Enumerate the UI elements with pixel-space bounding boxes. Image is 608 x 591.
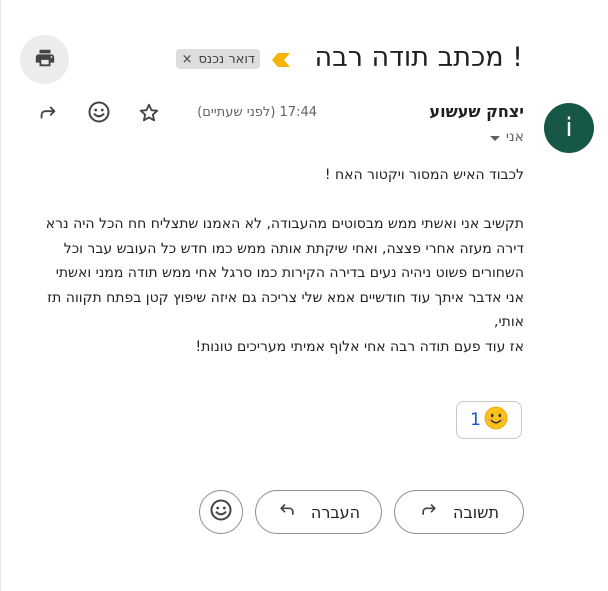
body-line: לכבוד האיש המסור ויקטור האח ! <box>324 167 524 183</box>
print-icon <box>34 47 56 73</box>
reply-button[interactable]: תשובה <box>394 490 524 534</box>
chevron-down-icon <box>489 135 500 141</box>
emoji-reaction-button[interactable] <box>199 490 243 534</box>
body-blank-line <box>16 188 524 213</box>
body-line: תקשיב אני ואשתי ממש מבסוטים מהעבודה, לא … <box>45 216 524 232</box>
close-icon[interactable]: × <box>182 53 193 66</box>
body-line: דירה מעזה אחרי פצצה, ואחי שיקתת אותה ממש… <box>63 240 524 257</box>
body-line: אז עוד פעם תודה רבה אחי אלוף אמיתי מעריכ… <box>195 338 524 355</box>
importance-marker-icon[interactable] <box>272 52 290 71</box>
forward-button-label: העברה <box>310 502 361 522</box>
email-timestamp: 17:44 (לפני שעתיים) <box>197 105 317 120</box>
reply-icon <box>419 500 439 524</box>
reply-icon <box>37 102 59 128</box>
reaction-chip[interactable]: 1 <box>456 401 522 439</box>
reply-button-small[interactable] <box>34 101 62 129</box>
reply-button-label: תשובה <box>453 502 499 522</box>
recipient-details-toggle[interactable]: אני <box>489 129 524 145</box>
add-reaction-button[interactable] <box>85 100 113 128</box>
reaction-count: 1 <box>470 410 481 430</box>
star-icon <box>138 102 160 128</box>
avatar[interactable]: i <box>544 103 594 153</box>
body-line: אותי, <box>494 314 524 330</box>
forward-button[interactable]: העברה <box>255 490 382 534</box>
star-button[interactable] <box>135 101 163 129</box>
email-subject: מכתב תודה רבה ! <box>314 42 523 73</box>
sender-name[interactable]: יצחק שעשוע <box>429 102 524 121</box>
print-button[interactable] <box>20 35 69 84</box>
email-body: לכבוד האיש המסור ויקטור האח ! תקשיב אני … <box>16 163 524 359</box>
forward-icon <box>277 500 297 524</box>
body-line: השחורים פשוט ניהיה נעים בדירה הקירות כמו… <box>55 265 524 281</box>
body-line: אני אדבר איתך עוד חודשיים אמא שלי צריכה … <box>47 289 524 306</box>
emoji-icon <box>87 100 111 128</box>
recipient-label: אני <box>505 129 524 145</box>
reaction-emoji <box>484 406 508 434</box>
label-chip-inbox[interactable]: דואר נכנס × <box>175 49 260 69</box>
panel-edge <box>0 0 1 591</box>
emoji-icon <box>209 498 233 526</box>
label-chip-text: דואר נכנס <box>198 51 255 67</box>
